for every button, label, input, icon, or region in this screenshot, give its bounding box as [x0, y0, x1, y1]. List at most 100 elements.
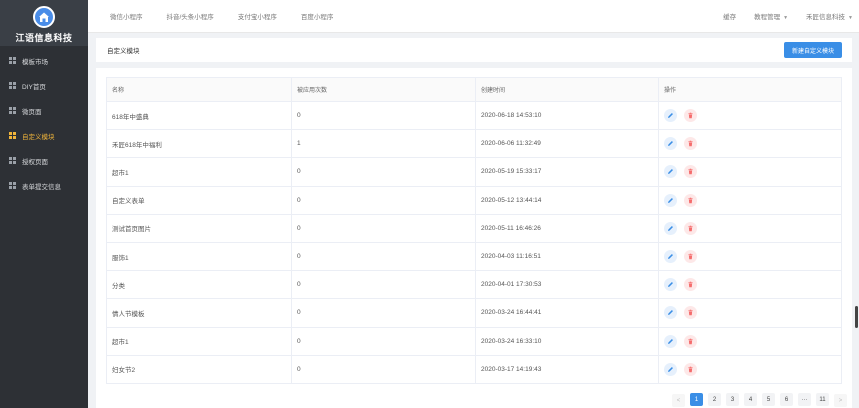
row-time: 2020-03-24 16:33:10 — [475, 326, 659, 356]
sidebar-item-label: DIY首页 — [22, 83, 46, 91]
sidebar-item[interactable]: 自定义模块 — [0, 123, 88, 148]
admin-menu[interactable]: 教程管理 ▼ — [754, 11, 788, 21]
pencil-icon[interactable] — [664, 250, 677, 264]
page-button[interactable]: 3 — [726, 393, 739, 406]
sidebar-item[interactable]: 微页面 — [0, 98, 88, 123]
cache-link[interactable]: 缓存 — [723, 11, 736, 21]
pencil-icon[interactable] — [664, 334, 677, 348]
trash-icon[interactable] — [684, 362, 697, 376]
table-row: 超市1 0 2020-03-24 16:33:10 — [106, 326, 842, 356]
table-row: 服饰1 0 2020-04-03 11:16:51 — [106, 241, 842, 272]
row-name: 情人节模板 — [106, 298, 292, 328]
row-name: 服饰1 — [106, 241, 292, 272]
row-name: 妇女节2 — [106, 354, 292, 384]
action-group — [664, 362, 841, 376]
trash-icon[interactable] — [684, 193, 697, 207]
next-page-button[interactable]: > — [834, 394, 847, 407]
row-count: 0 — [291, 326, 476, 356]
brand-name: 江语信息科技 — [15, 33, 73, 43]
pencil-icon[interactable] — [664, 306, 677, 320]
prev-page-button[interactable]: < — [672, 394, 685, 407]
trash-icon[interactable] — [684, 278, 697, 292]
sidebar-item-label: 授权页面 — [22, 158, 48, 166]
action-group — [664, 109, 841, 123]
new-module-button[interactable]: 新建自定义模块 — [783, 42, 842, 58]
pencil-icon[interactable] — [664, 278, 677, 292]
page-button[interactable]: 11 — [816, 393, 829, 406]
platform-tabs: 微信小程序 抖音/头条小程序 支付宝小程序 百度小程序 — [88, 11, 357, 21]
row-time: 2020-03-24 16:44:41 — [475, 298, 659, 328]
row-name: 超市1 — [106, 157, 292, 187]
row-name: 分类 — [106, 270, 292, 300]
sidebar: 江语信息科技 模板市场 DIY首页微页面自定义模块授权页面表单提交信息 — [0, 0, 88, 408]
pencil-icon[interactable] — [664, 109, 677, 123]
row-actions — [658, 298, 842, 328]
page-button[interactable]: 5 — [762, 393, 775, 406]
sidebar-item[interactable]: DIY首页 — [0, 73, 88, 98]
row-actions — [658, 157, 842, 187]
platform-tab[interactable]: 抖音/头条小程序 — [167, 11, 214, 21]
trash-icon[interactable] — [684, 306, 697, 320]
trash-icon[interactable] — [684, 109, 697, 123]
page-button[interactable]: 1 — [690, 393, 703, 406]
platform-tab[interactable]: 微信小程序 — [110, 11, 143, 21]
row-count: 0 — [291, 185, 476, 215]
platform-tab[interactable]: 百度小程序 — [301, 11, 334, 21]
sidebar-nav: 模板市场 DIY首页微页面自定义模块授权页面表单提交信息 — [0, 48, 88, 198]
table-row: 情人节模板 0 2020-03-24 16:44:41 — [106, 298, 842, 328]
table-row: 618年中盛典 0 2020-06-18 14:53:10 — [106, 100, 842, 131]
row-time: 2020-06-18 14:53:10 — [475, 100, 659, 131]
row-actions — [658, 213, 842, 243]
row-actions — [658, 129, 842, 159]
pencil-icon[interactable] — [664, 362, 677, 376]
chevron-down-icon: ▼ — [783, 15, 789, 21]
row-count: 0 — [291, 354, 476, 384]
table-body: 618年中盛典 0 2020-06-18 14:53:10 禾匠618年中福利 1 202… — [106, 100, 842, 384]
row-name: 测试首页图片 — [106, 213, 292, 243]
page-header: 自定义模块 新建自定义模块 — [96, 38, 852, 62]
action-group — [664, 221, 841, 235]
trash-icon[interactable] — [684, 334, 697, 348]
scrollbar-thumb[interactable] — [855, 306, 858, 328]
trash-icon[interactable] — [684, 165, 697, 179]
page-button[interactable]: 2 — [708, 393, 721, 406]
row-time: 2020-05-19 15:33:17 — [475, 157, 659, 187]
user-menu[interactable]: 禾匠信息科技 ▼ — [806, 11, 853, 21]
table-row: 妇女节2 0 2020-03-17 14:19:43 — [106, 354, 842, 384]
grid-icon — [9, 82, 16, 89]
page-button[interactable]: 4 — [744, 393, 757, 406]
row-time: 2020-06-06 11:32:49 — [475, 129, 659, 159]
row-actions — [658, 270, 842, 300]
column-header-time: 创建时间 — [475, 77, 659, 102]
row-name: 超市1 — [106, 326, 292, 356]
row-actions — [658, 100, 842, 131]
action-group — [664, 334, 841, 348]
sidebar-item[interactable]: 授权页面 — [0, 148, 88, 173]
grid-icon — [9, 57, 16, 64]
pencil-icon[interactable] — [664, 193, 677, 207]
pencil-icon[interactable] — [664, 137, 677, 151]
sidebar-item-label: 微页面 — [22, 108, 42, 116]
trash-icon[interactable] — [684, 137, 697, 151]
sidebar-item[interactable]: 表单提交信息 — [0, 173, 88, 198]
pencil-icon[interactable] — [664, 221, 677, 235]
platform-tab[interactable]: 支付宝小程序 — [238, 11, 277, 21]
page-button[interactable]: ··· — [798, 393, 811, 406]
grid-icon — [9, 182, 16, 189]
trash-icon[interactable] — [684, 221, 697, 235]
sidebar-item[interactable]: 模板市场 — [0, 48, 88, 73]
row-time: 2020-05-12 13:44:14 — [475, 185, 659, 215]
table-row: 自定义表单 0 2020-05-12 13:44:14 — [106, 185, 842, 215]
table-row: 分类 0 2020-04-01 17:30:53 — [106, 270, 842, 300]
page-title: 自定义模块 — [107, 48, 140, 55]
page-button[interactable]: 6 — [780, 393, 793, 406]
row-time: 2020-05-11 16:46:26 — [475, 213, 659, 243]
row-count: 0 — [291, 100, 476, 131]
pencil-icon[interactable] — [664, 165, 677, 179]
grid-icon — [9, 157, 16, 164]
column-header-name: 名称 — [106, 77, 292, 102]
trash-icon[interactable] — [684, 250, 697, 264]
topbar-right: 缓存 教程管理 ▼ 禾匠信息科技 ▼ — [705, 11, 859, 21]
action-group — [664, 137, 841, 151]
sidebar-item-label: 表单提交信息 — [22, 183, 61, 191]
